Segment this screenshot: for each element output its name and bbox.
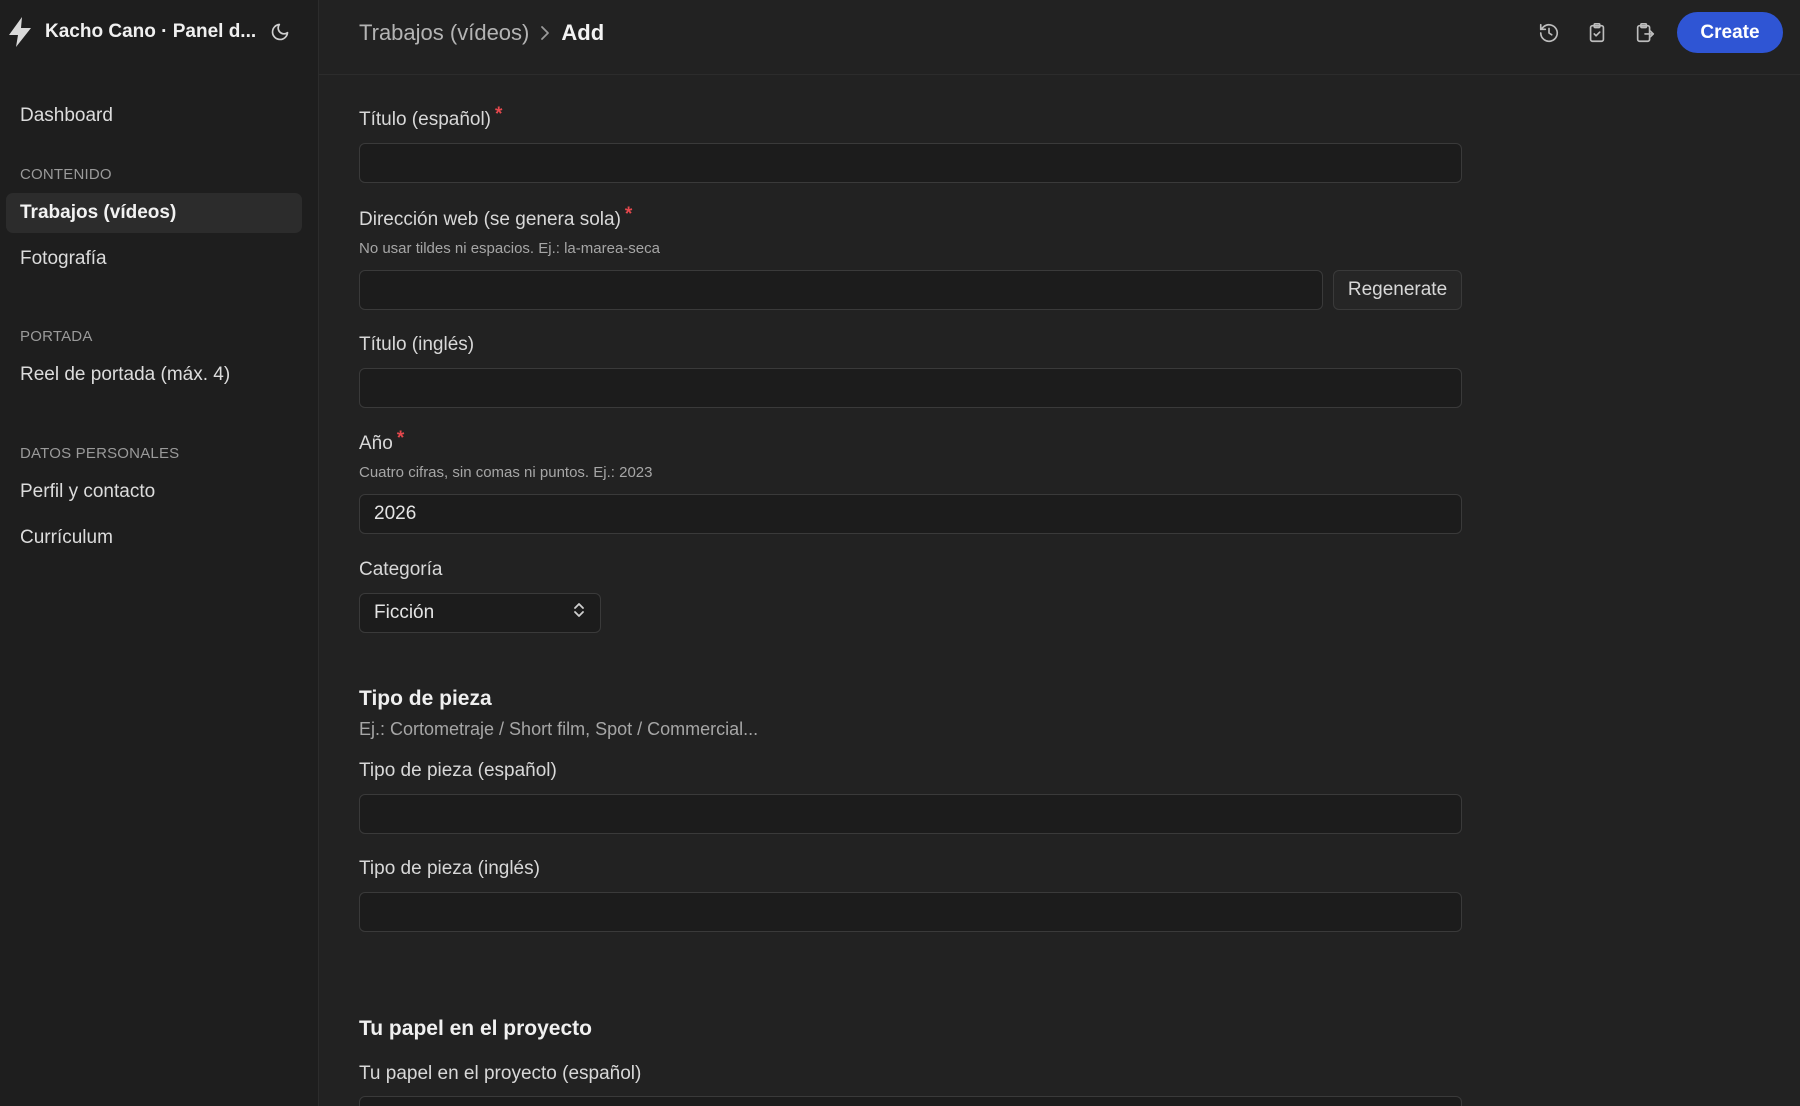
label-text: Tipo de pieza (inglés) [359,858,540,879]
sidebar-section-portada: PORTADA [20,328,93,345]
field-hint-anio: Cuatro cifras, sin comas ni puntos. Ej.:… [359,464,653,481]
slug-input[interactable] [359,270,1323,310]
chevron-right-icon [539,25,551,41]
section-title-tipo-pieza: Tipo de pieza [359,687,492,710]
regenerate-button[interactable]: Regenerate [1333,270,1462,310]
label-text: Título (inglés) [359,334,475,355]
breadcrumb-parent-link[interactable]: Trabajos (vídeos) [359,20,529,46]
papel-es-input[interactable] [359,1096,1462,1106]
sidebar-item-label: Fotografía [20,248,107,269]
export-icon[interactable] [1632,20,1658,46]
field-label-titulo-en: Título (inglés) [359,334,474,356]
sidebar-section-contenido: CONTENIDO [20,166,112,183]
titulo-en-input[interactable] [359,368,1462,408]
sidebar-item-fotografia[interactable]: Fotografía [6,239,302,279]
topbar: Trabajos (vídeos) Add Create [319,0,1800,75]
bolt-icon [6,15,34,49]
field-label-anio: Año * [359,428,404,455]
breadcrumb: Trabajos (vídeos) Add [359,18,604,48]
sidebar-item-curriculum[interactable]: Currículum [6,518,302,558]
categoria-select[interactable]: Ficción [359,593,601,633]
label-text: Tipo de pieza (español) [359,760,557,781]
section-title-papel: Tu papel en el proyecto [359,1017,592,1040]
required-marker: * [624,204,633,225]
chevron-up-down-icon [572,600,586,626]
label-text: Dirección web (se genera sola) [359,209,621,230]
field-label-tipo-pieza-en: Tipo de pieza (inglés) [359,858,540,880]
breadcrumb-current: Add [561,20,605,45]
section-subtitle-tipo-pieza: Ej.: Cortometraje / Short film, Spot / C… [359,719,759,739]
categoria-selected-value: Ficción [374,602,435,623]
label-text: Título (español) [359,109,492,130]
moon-icon[interactable] [268,20,292,44]
main-content: Trabajos (vídeos) Add Create Título (esp… [319,0,1800,1106]
sidebar-item-label: Trabajos (vídeos) [20,202,177,223]
sidebar-item-label: Reel de portada (máx. 4) [20,364,231,385]
sidebar: Kacho Cano · Panel d... Dashboard CONTEN… [0,0,319,1106]
sidebar-item-reel[interactable]: Reel de portada (máx. 4) [6,355,302,395]
app-title: Kacho Cano · Panel d... [45,21,257,42]
field-label-slug: Dirección web (se genera sola) * [359,204,632,231]
create-button[interactable]: Create [1677,12,1783,53]
sidebar-section-datos-personales: DATOS PERSONALES [20,445,180,462]
sidebar-item-label: Perfil y contacto [20,481,156,502]
field-label-tipo-pieza-es: Tipo de pieza (español) [359,760,557,782]
field-label-titulo-es: Título (español) * [359,104,502,131]
label-text: Año [359,433,393,454]
tipo-pieza-en-input[interactable] [359,892,1462,932]
anio-input[interactable] [359,494,1462,534]
sidebar-item-trabajos[interactable]: Trabajos (vídeos) [6,193,302,233]
tipo-pieza-es-input[interactable] [359,794,1462,834]
required-marker: * [396,428,405,449]
sidebar-item-label: Dashboard [20,105,113,126]
required-marker: * [495,104,503,125]
field-label-papel-es: Tu papel en el proyecto (español) [359,1063,641,1085]
titulo-es-input[interactable] [359,143,1462,183]
brand[interactable]: Kacho Cano · Panel d... [6,14,256,50]
field-hint-slug: No usar tildes ni espacios. Ej.: la-mare… [359,240,660,257]
label-text: Categoría [359,559,443,580]
paste-icon[interactable] [1584,20,1610,46]
sidebar-item-label: Currículum [20,527,113,548]
label-text: Tu papel en el proyecto (español) [359,1063,642,1084]
history-icon[interactable] [1536,20,1562,46]
sidebar-item-perfil[interactable]: Perfil y contacto [6,472,302,512]
sidebar-item-dashboard[interactable]: Dashboard [6,96,302,136]
field-label-categoria: Categoría [359,559,442,581]
